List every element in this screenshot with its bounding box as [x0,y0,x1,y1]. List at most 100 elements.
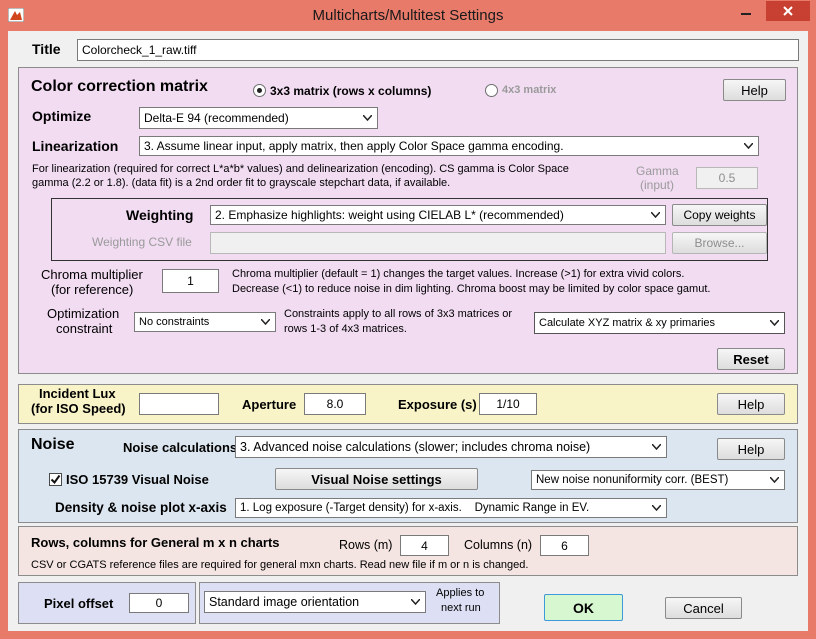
optimization-constraint-value: No constraints [139,316,210,328]
chevron-down-icon [651,212,660,218]
nonuniformity-value: New noise nonuniformity corr. (BEST) [536,474,729,486]
close-window-button[interactable] [766,1,810,21]
gamma-input-label: (input) [640,178,675,192]
window-title: Multicharts/Multitest Settings [312,7,504,24]
xyz-matrix-value: Calculate XYZ matrix & xy primaries [539,317,716,329]
weighting-csv-input[interactable] [210,232,666,254]
noise-calculations-label: Noise calculations [123,440,238,455]
title-label: Title [32,41,61,57]
noise-calculations-value: 3. Advanced noise calculations (slower; … [240,440,591,454]
orientation-select[interactable]: Standard image orientation [204,591,426,613]
lux-help-button[interactable]: Help [717,393,785,415]
constraint-note-line1: Constraints apply to all rows of 3x3 mat… [284,308,513,320]
pixel-offset-label: Pixel offset [44,596,114,611]
radio-3x3-label: 3x3 matrix (rows x columns) [270,84,432,98]
chevron-down-icon [770,477,779,483]
mxn-note: CSV or CGATS reference files are require… [31,559,529,571]
linearization-select[interactable]: 3. Assume linear input, apply matrix, th… [139,136,759,156]
chroma-multiplier-label: Chroma multiplier [41,267,143,282]
density-plot-value: 1. Log exposure (-Target density) for x-… [240,502,590,514]
applies-label-line2: next run [441,602,481,614]
chroma-multiplier-input[interactable]: 1 [162,269,219,293]
linearization-value: 3. Assume linear input, apply matrix, th… [144,139,564,153]
pixel-offset-input[interactable]: 0 [129,593,189,613]
optimization-constraint-label: Optimization [47,306,120,321]
linearization-note-line1: For linearization (required for correct … [32,163,569,175]
noise-heading: Noise [31,436,75,453]
xyz-matrix-select[interactable]: Calculate XYZ matrix & xy primaries [534,312,785,334]
gamma-input[interactable]: 0.5 [696,167,758,189]
mxn-heading: Rows, columns for General m x n charts [31,535,280,550]
optimization-constraint-select[interactable]: No constraints [134,312,276,332]
settings-window: Multicharts/Multitest Settings Title Col… [0,0,816,639]
chroma-reference-label: (for reference) [51,282,134,297]
incident-lux-panel: Incident Lux (for ISO Speed) Aperture 8.… [18,384,798,424]
columns-input[interactable]: 6 [540,535,589,556]
applies-label-line1: Applies to [436,587,485,599]
orientation-panel: Standard image orientation Applies to ne… [199,582,500,624]
chevron-down-icon [744,143,753,149]
pixel-offset-panel: Pixel offset 0 [18,582,196,624]
weighting-label: Weighting [126,207,194,223]
incident-lux-label: Incident Lux [39,386,116,401]
linearization-label: Linearization [32,138,119,154]
cancel-button[interactable]: Cancel [665,597,742,619]
title-input[interactable]: Colorcheck_1_raw.tiff [77,39,799,61]
gamma-label: Gamma [636,164,679,178]
chevron-down-icon [261,319,270,325]
checkmark-icon [50,474,61,485]
density-plot-select[interactable]: 1. Log exposure (-Target density) for x-… [235,498,667,518]
copy-weights-button[interactable]: Copy weights [672,204,767,226]
iso-visual-noise-label: ISO 15739 Visual Noise [66,472,209,487]
chevron-down-icon [652,505,661,511]
nonuniformity-select[interactable]: New noise nonuniformity corr. (BEST) [531,470,785,490]
optimize-value: Delta-E 94 (recommended) [144,111,289,125]
close-icon [783,6,793,16]
minimize-button[interactable] [733,1,759,21]
optimize-select[interactable]: Delta-E 94 (recommended) [139,107,378,129]
density-plot-label: Density & noise plot x-axis [55,500,227,515]
chroma-note-line2: Decrease (<1) to reduce noise in dim lig… [232,283,711,295]
columns-label: Columns (n) [464,538,533,552]
optimization-constraint-label2: constraint [56,321,113,336]
aperture-input[interactable]: 8.0 [304,393,366,415]
constraint-note-line2: rows 1-3 of 4x3 matrices. [284,323,407,335]
aperture-label: Aperture [242,397,297,412]
visual-noise-settings-button[interactable]: Visual Noise settings [275,468,478,490]
chroma-note-line1: Chroma multiplier (default = 1) changes … [232,268,685,280]
dialog-client-area: Title Colorcheck_1_raw.tiff Color correc… [8,31,808,631]
weighting-select[interactable]: 2. Emphasize highlights: weight using CI… [210,205,666,225]
weighting-value: 2. Emphasize highlights: weight using CI… [215,208,564,222]
exposure-input[interactable]: 1/10 [479,393,537,415]
radio-3x3-matrix[interactable] [253,84,266,97]
rows-label: Rows (m) [339,538,393,552]
chevron-down-icon [363,115,372,121]
minimize-icon [741,13,751,15]
orientation-value: Standard image orientation [209,595,360,609]
browse-button[interactable]: Browse... [672,232,767,254]
linearization-note-line2: gamma (2.2 or 1.8). (data fit) is a 2nd … [32,177,451,189]
chevron-down-icon [411,599,420,605]
chevron-down-icon [652,444,661,450]
ccm-heading: Color correction matrix [31,78,208,95]
reset-button[interactable]: Reset [717,348,785,370]
weighting-subpanel: Weighting 2. Emphasize highlights: weigh… [51,198,768,261]
ok-button[interactable]: OK [544,594,623,621]
chevron-down-icon [770,320,779,326]
rows-input[interactable]: 4 [400,535,449,556]
title-bar: Multicharts/Multitest Settings [0,0,816,31]
radio-4x3-matrix[interactable] [485,84,498,97]
noise-panel: Noise Noise calculations 3. Advanced noi… [18,429,798,523]
radio-4x3-label: 4x3 matrix [502,84,557,96]
color-correction-panel: Color correction matrix 3x3 matrix (rows… [18,67,798,374]
iso-speed-label: (for ISO Speed) [31,401,126,416]
incident-lux-input[interactable] [139,393,219,415]
weighting-csv-label: Weighting CSV file [92,235,192,249]
noise-help-button[interactable]: Help [717,438,785,460]
iso-visual-noise-checkbox[interactable] [49,473,62,486]
noise-calculations-select[interactable]: 3. Advanced noise calculations (slower; … [235,436,667,458]
optimize-label: Optimize [32,108,92,124]
mxn-panel: Rows, columns for General m x n charts R… [18,526,798,576]
ccm-help-button[interactable]: Help [723,79,786,101]
exposure-label: Exposure (s) [398,397,477,412]
